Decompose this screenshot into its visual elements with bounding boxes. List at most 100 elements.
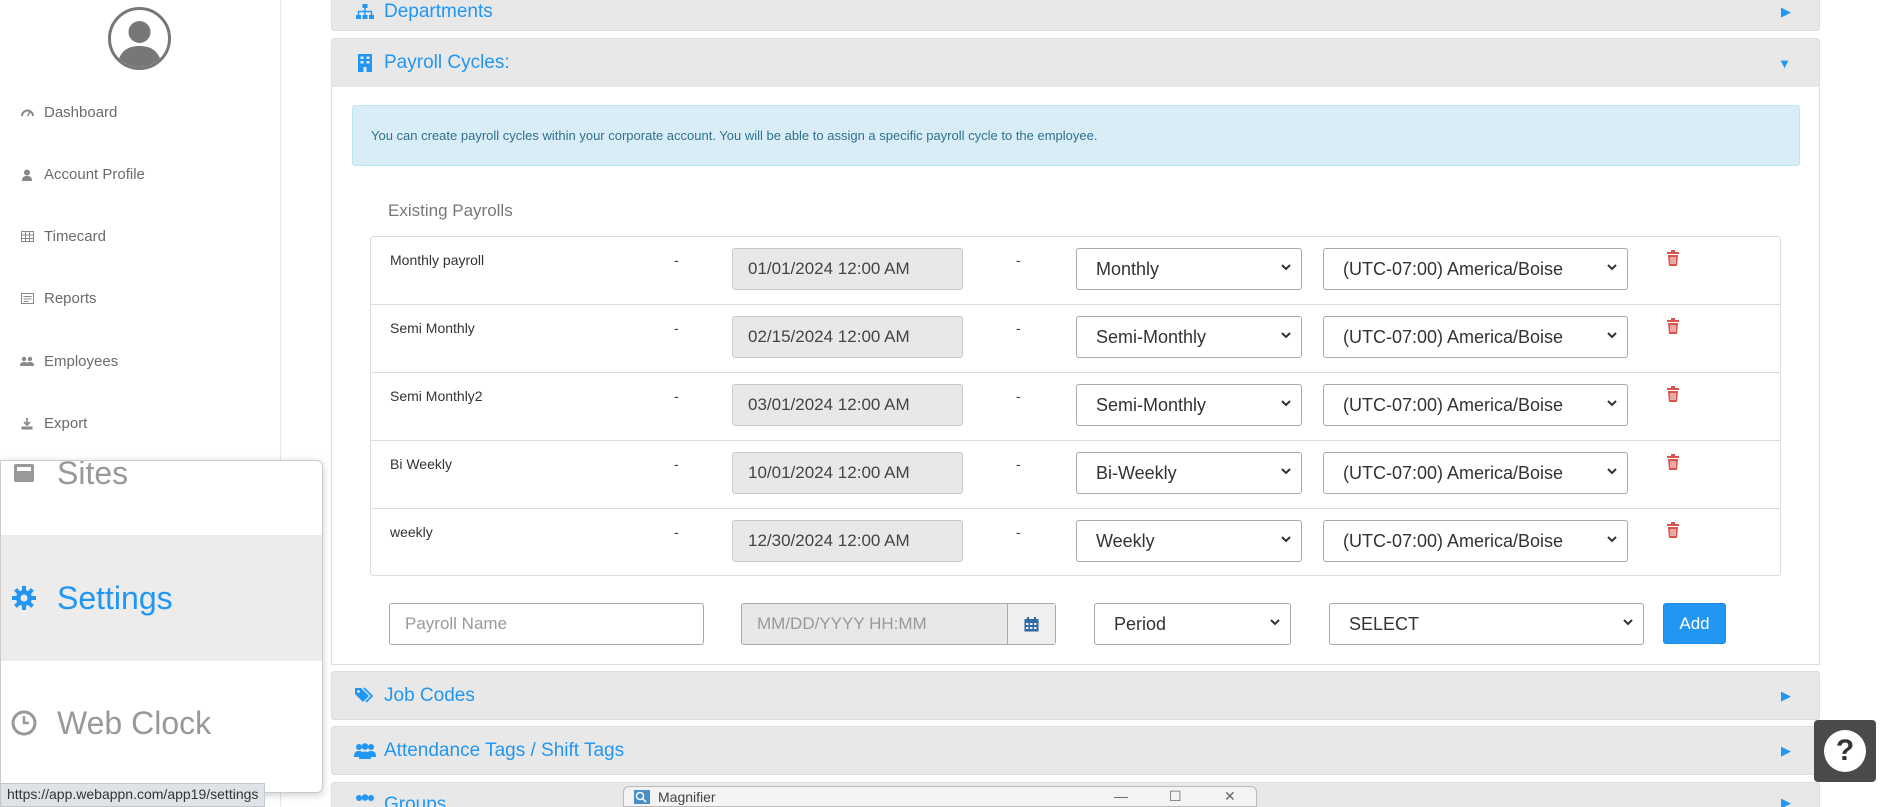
period-select[interactable]: Bi-Weekly (1076, 452, 1302, 494)
chevron-down-icon (1281, 264, 1291, 271)
chevron-down-icon (1281, 332, 1291, 339)
sidebar-item-label: Web Clock (57, 704, 212, 741)
magnifier-window[interactable]: Magnifier — ☐ ✕ (623, 786, 1257, 807)
sidebar-item-reports[interactable]: Reports (20, 290, 97, 307)
sidebar-item-dashboard[interactable]: Dashboard (20, 104, 117, 121)
separator: - (674, 524, 679, 540)
panel-attendance-tags-header[interactable]: Attendance Tags / Shift Tags ▶ (331, 726, 1820, 775)
panel-job-codes-header[interactable]: Job Codes ▶ (331, 671, 1820, 720)
sidebar-item-settings[interactable]: Settings (1, 535, 322, 661)
payroll-name: Monthly payroll (390, 252, 485, 268)
timezone-select[interactable]: (UTC-07:00) America/Boise (1323, 384, 1628, 426)
timezone-value: (UTC-07:00) America/Boise (1343, 394, 1564, 415)
dashboard-icon (20, 106, 34, 120)
panel-title: Payroll Cycles: (384, 52, 510, 73)
trash-icon[interactable] (1666, 522, 1680, 538)
magnifier-title: Magnifier (658, 788, 716, 805)
table-row: weekly - 12/30/2024 12:00 AM - Weekly (U… (371, 509, 1780, 577)
timezone-value: (UTC-07:00) America/Boise (1343, 462, 1564, 483)
chevron-down-icon (1270, 619, 1280, 626)
users-icon (20, 355, 34, 369)
report-icon (20, 292, 34, 306)
chevron-down-icon (1607, 332, 1617, 339)
separator: - (1016, 388, 1021, 404)
start-date-field[interactable]: 02/15/2024 12:00 AM (732, 316, 963, 358)
close-icon[interactable]: ✕ (1224, 788, 1236, 805)
timezone-select[interactable]: (UTC-07:00) America/Boise (1323, 452, 1628, 494)
period-select[interactable]: Semi-Monthly (1076, 316, 1302, 358)
separator: - (674, 320, 679, 336)
calendar-button[interactable] (1007, 604, 1055, 644)
chevron-down-icon (1281, 400, 1291, 407)
trash-icon[interactable] (1666, 386, 1680, 402)
caret-right-icon: ▶ (1781, 3, 1791, 19)
sidebar-item-employees[interactable]: Employees (20, 353, 118, 370)
clock-icon (9, 710, 39, 736)
timezone-select[interactable]: (UTC-07:00) America/Boise (1323, 316, 1628, 358)
sidebar-item-label: Account Profile (44, 166, 145, 183)
sidebar-item-account-profile[interactable]: Account Profile (20, 166, 145, 183)
sidebar-item-label: Dashboard (44, 104, 118, 121)
period-value: Semi-Monthly (1096, 394, 1207, 415)
sites-icon (9, 462, 39, 484)
separator: - (674, 456, 679, 472)
sidebar-item-timecard[interactable]: Timecard (20, 228, 106, 245)
timezone-value: SELECT (1349, 613, 1420, 634)
separator: - (1016, 456, 1021, 472)
panel-title: Attendance Tags / Shift Tags (384, 739, 625, 761)
new-period-select[interactable]: Period (1094, 603, 1291, 645)
timezone-select[interactable]: (UTC-07:00) America/Boise (1323, 520, 1628, 562)
sidebar-item-sites[interactable]: Sites (1, 461, 322, 503)
period-select[interactable]: Semi-Monthly (1076, 384, 1302, 426)
chevron-down-icon (1281, 536, 1291, 543)
magnified-sidebar-view: Sites Settings Web Clock (0, 460, 323, 793)
status-bar-url: https://app.webappn.com/app19/settings (0, 783, 266, 807)
start-date-field[interactable]: 01/01/2024 12:00 AM (732, 248, 963, 290)
sidebar-item-web-clock[interactable]: Web Clock (1, 661, 322, 785)
start-date-field[interactable]: 03/01/2024 12:00 AM (732, 384, 963, 426)
help-icon: ? (1824, 730, 1866, 772)
table-row: Bi Weekly - 10/01/2024 12:00 AM - Bi-Wee… (371, 441, 1780, 509)
users-icon (354, 742, 376, 759)
chevron-down-icon (1607, 536, 1617, 543)
avatar[interactable] (108, 7, 171, 70)
caret-right-icon: ▶ (1781, 795, 1791, 807)
caret-down-icon: ▼ (1778, 55, 1791, 71)
chevron-down-icon (1607, 264, 1617, 271)
period-value: Period (1114, 613, 1167, 634)
maximize-icon[interactable]: ☐ (1169, 788, 1182, 805)
user-silhouette-icon (117, 21, 162, 67)
period-value: Semi-Monthly (1096, 326, 1207, 347)
payroll-info-alert: You can create payroll cycles within you… (352, 105, 1800, 166)
period-select[interactable]: Monthly (1076, 248, 1302, 290)
caret-right-icon: ▶ (1781, 742, 1791, 758)
chevron-down-icon (1607, 400, 1617, 407)
minimize-icon[interactable]: — (1114, 788, 1128, 804)
separator: - (674, 252, 679, 268)
calendar-icon (1024, 616, 1039, 631)
payroll-date-input[interactable]: MM/DD/YYYY HH:MM (741, 603, 1056, 645)
new-timezone-select[interactable]: SELECT (1329, 603, 1644, 645)
sidebar-item-label: Settings (57, 579, 173, 616)
user-icon (20, 168, 34, 182)
timezone-value: (UTC-07:00) America/Boise (1343, 258, 1564, 279)
trash-icon[interactable] (1666, 250, 1680, 266)
trash-icon[interactable] (1666, 454, 1680, 470)
chevron-down-icon (1281, 468, 1291, 475)
period-select[interactable]: Weekly (1076, 520, 1302, 562)
timezone-select[interactable]: (UTC-07:00) America/Boise (1323, 248, 1628, 290)
start-date-field[interactable]: 12/30/2024 12:00 AM (732, 520, 963, 562)
panel-departments-header[interactable]: Departments ▶ (331, 0, 1820, 31)
sidebar-item-export[interactable]: Export (20, 415, 87, 432)
separator: - (1016, 524, 1021, 540)
start-date-field[interactable]: 10/01/2024 12:00 AM (732, 452, 963, 494)
help-button[interactable]: ? (1814, 720, 1876, 782)
panel-payroll-cycles-header[interactable]: Payroll Cycles: ▼ (331, 38, 1820, 88)
payroll-name-input[interactable]: Payroll Name (389, 603, 704, 645)
separator: - (674, 388, 679, 404)
trash-icon[interactable] (1666, 318, 1680, 334)
add-payroll-button[interactable]: Add (1663, 603, 1726, 644)
payroll-name: Semi Monthly2 (390, 388, 483, 404)
sidebar-item-label: Reports (44, 290, 97, 307)
magnifier-app-icon (634, 789, 650, 804)
